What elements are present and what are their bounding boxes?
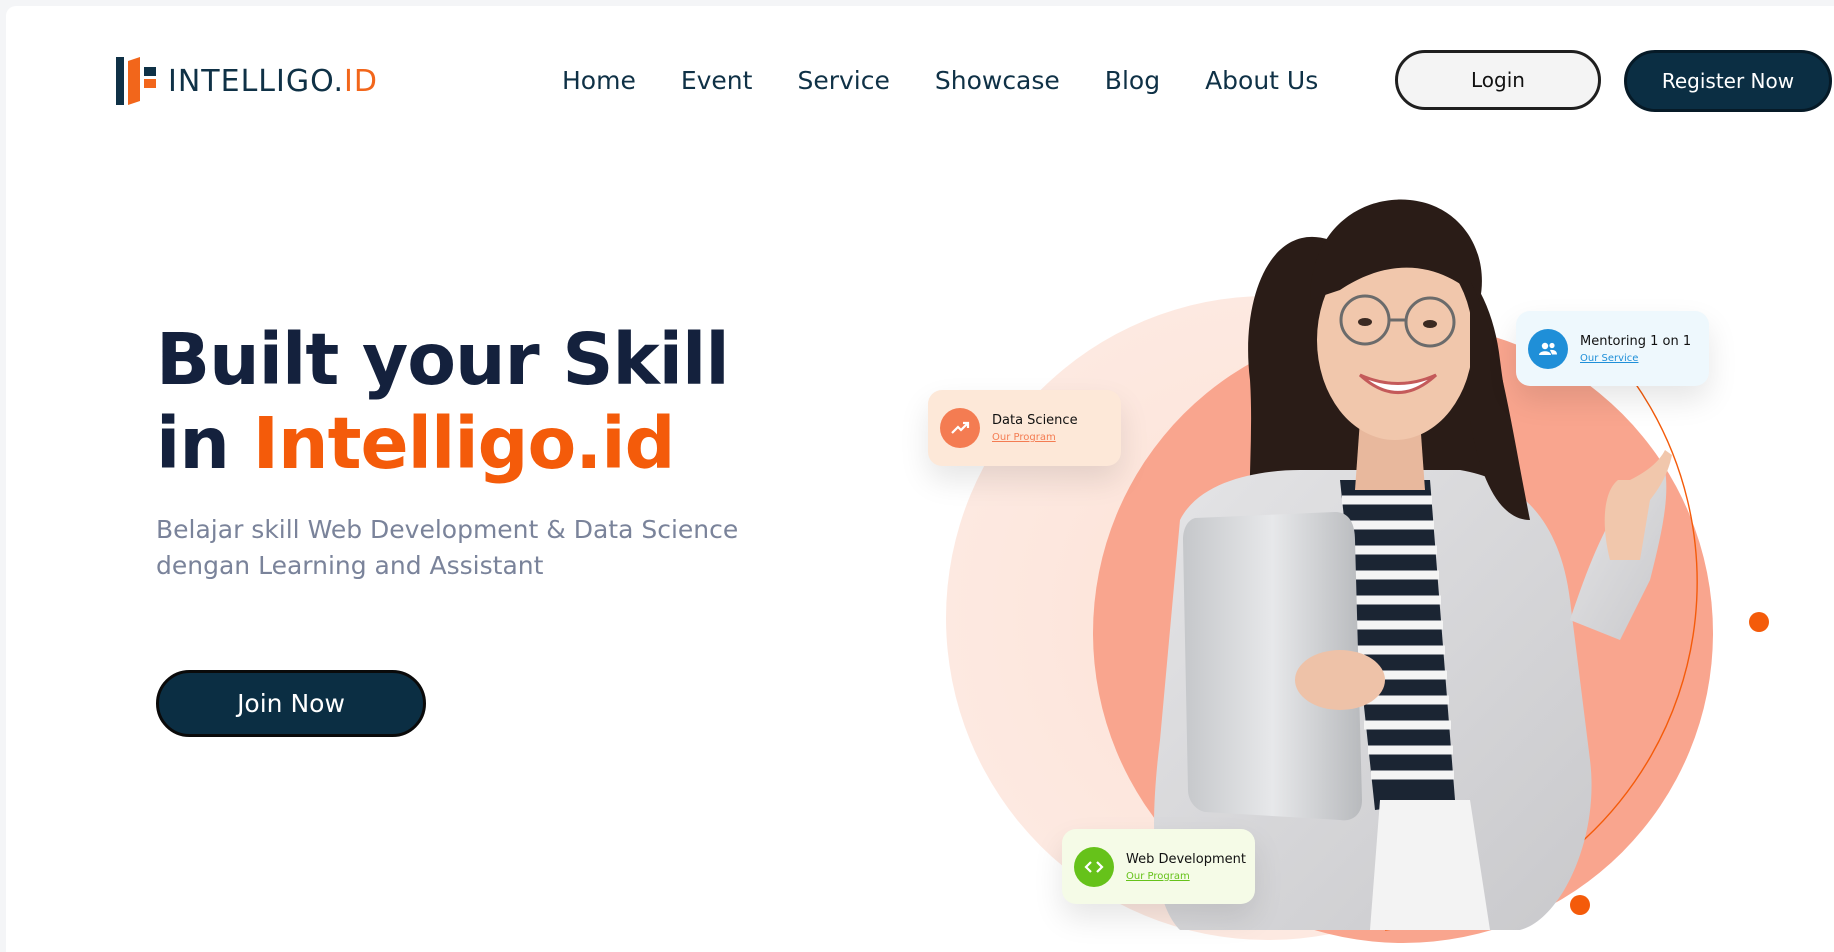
hero-title-accent: Intelligo.id [252, 402, 676, 485]
trending-up-icon [940, 408, 980, 448]
web-development-link[interactable]: Our Program [1126, 871, 1246, 882]
mentoring-link[interactable]: Our Service [1580, 353, 1691, 364]
nav-home[interactable]: Home [562, 66, 636, 95]
nav-blog[interactable]: Blog [1105, 66, 1160, 95]
brand-logo[interactable]: INTELLIGO.ID [116, 55, 378, 107]
join-now-button[interactable]: Join Now [156, 670, 426, 737]
web-development-title: Web Development [1126, 851, 1246, 867]
nav-about-us[interactable]: About Us [1205, 66, 1318, 95]
nav-service[interactable]: Service [797, 66, 889, 95]
intelligo-logo-icon [116, 57, 156, 105]
mentoring-title: Mentoring 1 on 1 [1580, 333, 1692, 349]
hero-title: Built your Skill in Intelligo.id [156, 318, 730, 486]
hero-title-line2: in Intelligo.id [156, 402, 676, 485]
data-science-card[interactable]: Data Science Our Program [928, 390, 1121, 466]
nav-showcase[interactable]: Showcase [935, 66, 1060, 95]
hero-title-line1: Built your Skill [156, 318, 730, 401]
brand-name: INTELLIGO.ID [168, 63, 378, 99]
register-button[interactable]: Register Now [1624, 50, 1832, 112]
hero-subtitle: Belajar skill Web Development & Data Sci… [156, 515, 739, 580]
web-development-card[interactable]: Web Development Our Program [1062, 829, 1255, 904]
nav-event[interactable]: Event [681, 66, 753, 95]
data-science-title: Data Science [992, 413, 1078, 428]
data-science-link[interactable]: Our Program [992, 432, 1078, 443]
main-nav: Home Event Service Showcase Blog About U… [562, 66, 1363, 95]
users-icon [1528, 328, 1568, 369]
login-button[interactable]: Login [1395, 50, 1601, 110]
code-icon [1074, 846, 1114, 887]
mentoring-card[interactable]: Mentoring 1 on 1 Our Service [1516, 311, 1709, 386]
